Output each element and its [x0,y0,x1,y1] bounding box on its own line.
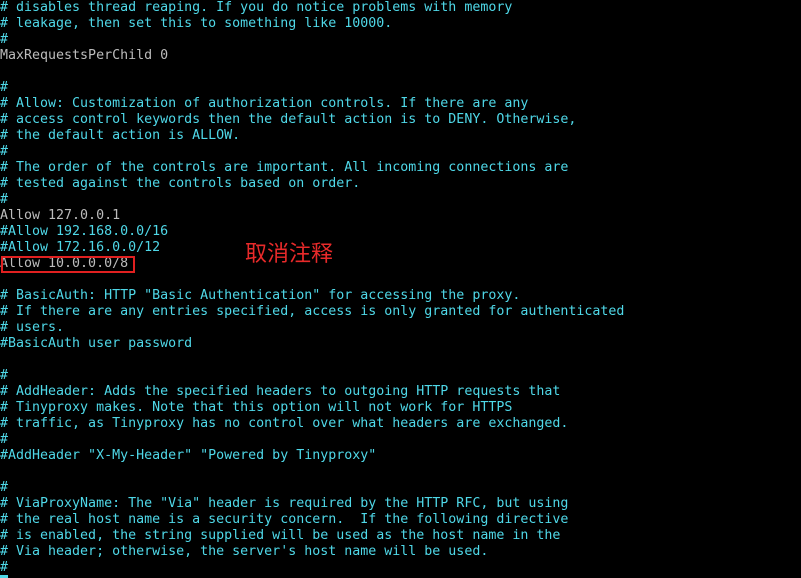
comment-line[interactable]: # BasicAuth: HTTP "Basic Authentication"… [0,288,801,304]
blank-line[interactable] [0,352,801,368]
comment-line[interactable]: # [0,144,801,160]
config-directive-line[interactable]: MaxRequestsPerChild 0 [0,48,801,64]
comment-line[interactable]: # ViaProxyName: The "Via" header is requ… [0,496,801,512]
comment-line[interactable]: # [0,80,801,96]
terminal-editor[interactable]: # disables thread reaping. If you do not… [0,0,801,578]
comment-line[interactable]: # [0,432,801,448]
comment-line[interactable]: # If there are any entries specified, ac… [0,304,801,320]
highlight-box [1,256,135,273]
comment-line[interactable]: # [0,192,801,208]
blank-line[interactable] [0,272,801,288]
comment-line[interactable]: #Allow 192.168.0.0/16 [0,224,801,240]
comment-line[interactable]: # [0,480,801,496]
comment-line[interactable]: # traffic, as Tinyproxy has no control o… [0,416,801,432]
comment-line[interactable]: # is enabled, the string supplied will b… [0,528,801,544]
comment-line[interactable]: # [0,368,801,384]
comment-line[interactable]: # The order of the controls are importan… [0,160,801,176]
comment-line[interactable]: # [0,32,801,48]
comment-line[interactable]: #BasicAuth user password [0,336,801,352]
comment-line[interactable]: # access control keywords then the defau… [0,112,801,128]
comment-line[interactable]: # Via header; otherwise, the server's ho… [0,544,801,560]
comment-line[interactable]: # tested against the controls based on o… [0,176,801,192]
comment-line[interactable]: #AddHeader "X-My-Header" "Powered by Tin… [0,448,801,464]
comment-line[interactable]: # disables thread reaping. If you do not… [0,0,801,16]
comment-line[interactable]: # AddHeader: Adds the specified headers … [0,384,801,400]
annotation-label: 取消注释 [245,242,334,267]
comment-line[interactable]: # the real host name is a security conce… [0,512,801,528]
comment-line[interactable]: # Tinyproxy makes. Note that this option… [0,400,801,416]
comment-line[interactable]: # Allow: Customization of authorization … [0,96,801,112]
comment-line[interactable]: # [0,560,801,576]
comment-line[interactable]: # leakage, then set this to something li… [0,16,801,32]
comment-line[interactable]: # users. [0,320,801,336]
comment-line[interactable]: # the default action is ALLOW. [0,128,801,144]
blank-line[interactable] [0,64,801,80]
blank-line[interactable] [0,464,801,480]
comment-line[interactable]: #Allow 172.16.0.0/12 [0,240,801,256]
config-directive-line[interactable]: Allow 127.0.0.1 [0,208,801,224]
